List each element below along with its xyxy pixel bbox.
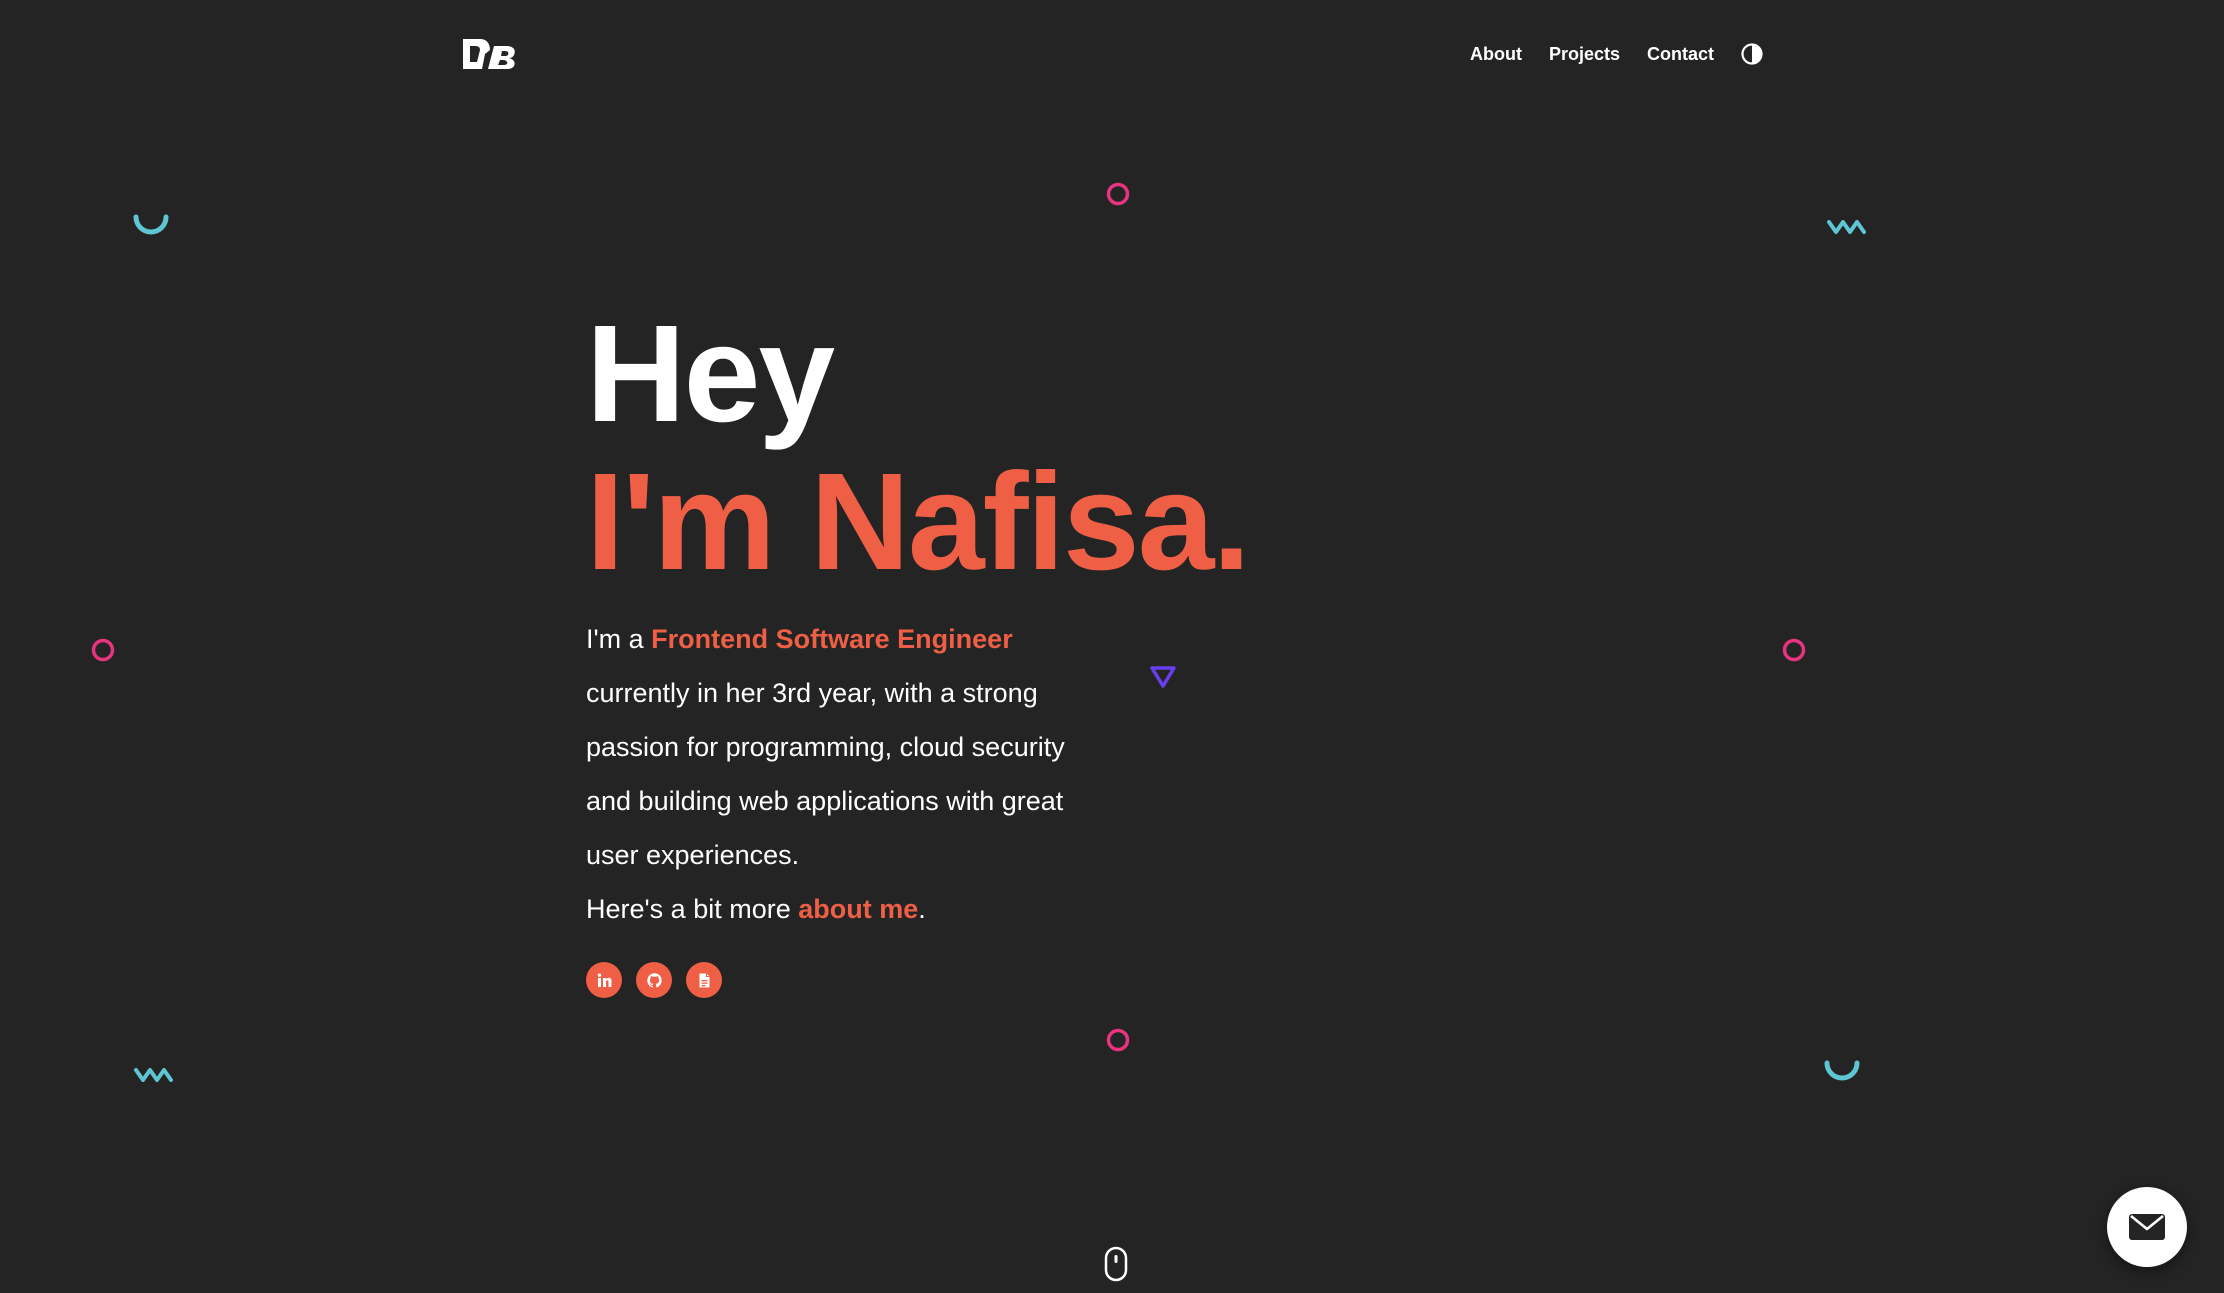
intro-prefix: I'm a bbox=[586, 624, 652, 654]
hero-name-text: I'm Nafisa. bbox=[586, 445, 1251, 599]
db-monogram-icon[interactable] bbox=[460, 36, 520, 72]
hero-section: Hey I'm Nafisa. I'm a Frontend Software … bbox=[586, 300, 1286, 998]
more-suffix: . bbox=[918, 894, 926, 924]
pink-ring-shape-icon bbox=[1106, 1028, 1130, 1052]
linkedin-button[interactable] bbox=[586, 962, 622, 998]
pink-ring-shape-icon bbox=[91, 638, 115, 662]
intro-body: currently in her 3rd year, with a strong… bbox=[586, 678, 1065, 870]
pink-ring-shape-icon bbox=[1782, 638, 1806, 662]
teal-zigzag-shape-icon bbox=[1827, 220, 1866, 234]
role-highlight: Frontend Software Engineer bbox=[651, 624, 1013, 654]
social-links bbox=[586, 962, 1286, 998]
pink-ring-shape-icon bbox=[1106, 182, 1130, 206]
main-nav: About Projects Contact bbox=[1470, 38, 1763, 70]
hero-name: I'm Nafisa. bbox=[586, 448, 1286, 596]
teal-arc-shape-icon bbox=[1824, 1060, 1860, 1081]
teal-zigzag-shape-icon bbox=[134, 1068, 173, 1082]
page: About Projects Contact Hey I'm Nafisa. I… bbox=[0, 0, 2224, 1293]
envelope-icon bbox=[2129, 1214, 2165, 1240]
half-circle-contrast-icon[interactable] bbox=[1741, 43, 1763, 65]
github-button[interactable] bbox=[636, 962, 672, 998]
nav-about[interactable]: About bbox=[1470, 44, 1522, 65]
linkedin-icon bbox=[597, 973, 611, 987]
more-prefix: Here's a bit more bbox=[586, 894, 799, 924]
nav-projects[interactable]: Projects bbox=[1549, 44, 1620, 65]
about-me-link[interactable]: about me bbox=[798, 894, 918, 924]
hero-intro: I'm a Frontend Software Engineer current… bbox=[586, 612, 1106, 936]
contact-mail-button[interactable] bbox=[2107, 1187, 2187, 1267]
mouse-scroll-icon[interactable] bbox=[1104, 1246, 1128, 1282]
resume-document-icon bbox=[699, 973, 709, 987]
resume-button[interactable] bbox=[686, 962, 722, 998]
github-icon bbox=[646, 972, 662, 987]
teal-arc-shape-icon bbox=[133, 214, 169, 235]
hero-greeting: Hey bbox=[586, 297, 835, 451]
nav-contact[interactable]: Contact bbox=[1647, 44, 1714, 65]
